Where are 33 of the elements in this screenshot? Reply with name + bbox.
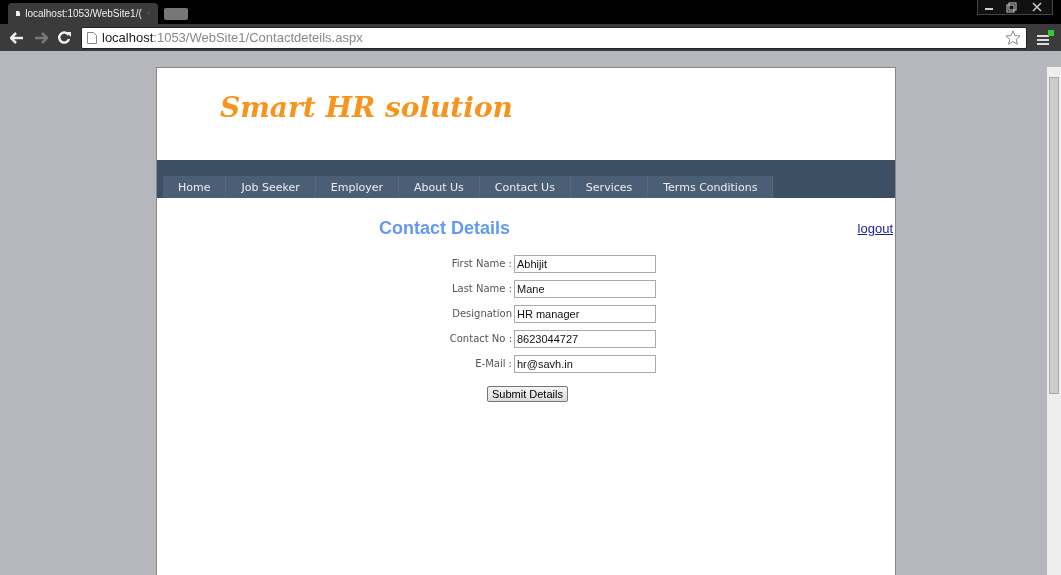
nav-link[interactable]: Services	[570, 176, 649, 198]
input-field[interactable]: hr@savh.in	[514, 354, 656, 373]
scroll-thumb[interactable]	[1049, 77, 1059, 394]
forward-icon[interactable]	[34, 31, 48, 44]
logout-link[interactable]: logout	[857, 221, 893, 236]
nav-link[interactable]: Employer	[315, 176, 399, 198]
input-field[interactable]: Abhijit	[514, 254, 656, 273]
field-label: First Name :	[450, 258, 512, 269]
scrollbar[interactable]	[1047, 67, 1061, 575]
page-heading: Contact Details	[379, 218, 511, 239]
page-icon	[87, 31, 97, 44]
input-field[interactable]: HR manager	[514, 304, 656, 323]
reload-icon[interactable]	[58, 31, 71, 44]
field-label: Contact No :	[448, 333, 512, 344]
nav-link[interactable]: About Us	[398, 176, 480, 198]
nav-link[interactable]: Home	[163, 176, 227, 198]
nav-link[interactable]: Job Seeker	[226, 176, 316, 198]
nav-link[interactable]: Contact Us	[479, 176, 571, 198]
field-label: E-Mail :	[474, 358, 512, 369]
star-icon[interactable]	[1005, 30, 1021, 45]
back-icon[interactable]	[10, 31, 24, 44]
input-field[interactable]: Mane	[514, 279, 656, 298]
input-field[interactable]: 8623044727	[514, 329, 656, 348]
browser-tab[interactable]: localhost:1053/WebSite1/(	[8, 3, 158, 24]
field-label: Last Name :	[450, 283, 512, 294]
url-text: localhost:1053/WebSite1/Contactdeteils.aspx	[102, 30, 363, 45]
nav-link[interactable]: Terms Conditions	[648, 176, 774, 198]
address-bar[interactable]: localhost:1053/WebSite1/Contactdeteils.aspx	[81, 26, 1027, 49]
page-icon	[16, 8, 21, 19]
site-logo: Smart HR solution	[220, 90, 513, 124]
submit-button[interactable]: Submit Details	[487, 386, 568, 402]
field-label: Designation	[451, 308, 512, 319]
menu-icon[interactable]	[1037, 29, 1055, 46]
